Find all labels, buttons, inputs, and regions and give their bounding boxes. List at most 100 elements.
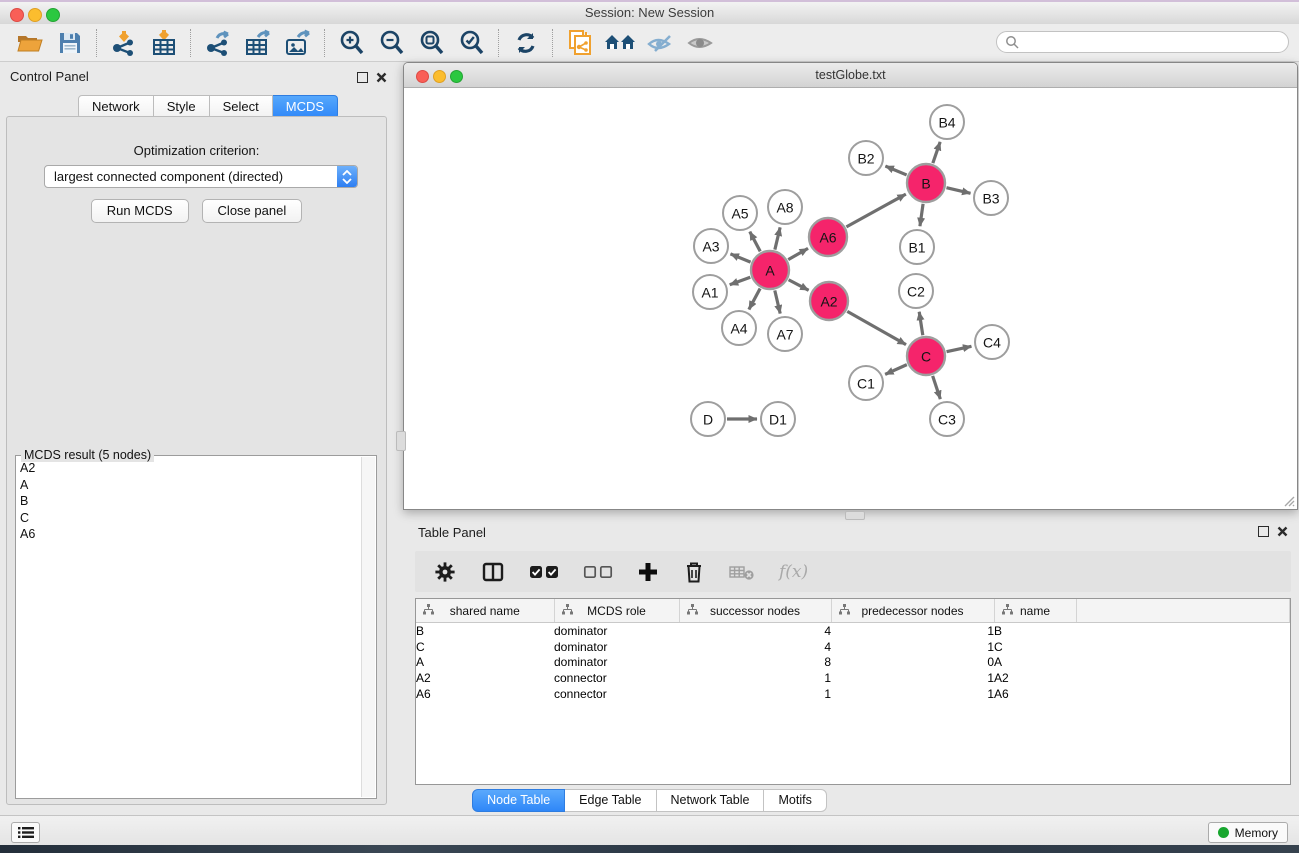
table-row-b[interactable]: Bdominator41B [416,623,1290,639]
tab-node-table[interactable]: Node Table [472,789,565,812]
graph-edge-B-B1[interactable] [920,204,923,226]
table-row-a6[interactable]: A6connector11A6 [416,686,1290,702]
cell-shared-name[interactable]: A [416,654,554,670]
deselect-all-columns-button[interactable] [583,557,613,587]
graph-edge-A-A3[interactable] [730,254,750,262]
graph-edge-B-B3[interactable] [946,188,970,194]
cell-predecessor-nodes[interactable]: 1 [831,686,994,702]
zoom-out-button[interactable] [372,27,412,59]
result-item-a[interactable]: A [20,477,360,494]
column-view-button[interactable] [481,557,505,587]
import-table-button[interactable] [144,27,184,59]
cell-shared-name[interactable]: C [416,639,554,655]
task-history-button[interactable] [11,822,40,843]
cell-predecessor-nodes[interactable]: 1 [831,623,994,639]
graph-edge-A-A1[interactable] [730,277,751,285]
graph-node-A5[interactable]: A5 [723,196,757,230]
graph-edge-C-C2[interactable] [919,312,923,335]
graph-node-A8[interactable]: A8 [768,190,802,224]
graph-node-C[interactable]: C [907,337,945,375]
cell-mcds-role[interactable]: dominator [554,639,679,655]
result-item-a6[interactable]: A6 [20,526,360,543]
result-item-b[interactable]: B [20,493,360,510]
graph-node-A3[interactable]: A3 [694,229,728,263]
run-mcds-button[interactable]: Run MCDS [91,199,189,223]
cell-successor-nodes[interactable]: 8 [679,654,831,670]
horizontal-splitter-handle[interactable] [845,511,865,520]
graph-node-C1[interactable]: C1 [849,366,883,400]
column-header-predecessor-nodes[interactable]: predecessor nodes [831,599,994,623]
close-panel-button[interactable]: Close panel [202,199,303,223]
search-field[interactable] [996,31,1289,53]
cell-mcds-role[interactable]: connector [554,686,679,702]
graph-node-A7[interactable]: A7 [768,317,802,351]
graph-edge-C-C3[interactable] [933,376,941,399]
close-panel-icon[interactable] [376,72,387,83]
column-header-mcds-role[interactable]: MCDS role [554,599,679,623]
export-image-button[interactable] [278,27,318,59]
graph-edge-A-A4[interactable] [749,289,760,310]
criterion-dropdown[interactable]: largest connected component (directed) [44,165,358,188]
hide-selected-button[interactable] [640,27,680,59]
new-network-from-selection-button[interactable] [560,27,600,59]
table-options-button[interactable] [433,557,457,587]
tab-edge-table[interactable]: Edge Table [565,789,656,812]
float-panel-icon[interactable] [357,72,368,83]
graph-node-A4[interactable]: A4 [722,311,756,345]
delete-table-button[interactable] [729,557,755,587]
cell-mcds-role[interactable]: dominator [554,623,679,639]
graph-edge-C-C1[interactable] [885,365,907,375]
cell-name[interactable]: C [994,639,1076,655]
graph-node-D[interactable]: D [691,402,725,436]
graph-node-A6[interactable]: A6 [809,218,847,256]
graph-node-C2[interactable]: C2 [899,274,933,308]
add-column-button[interactable] [637,557,659,587]
cell-predecessor-nodes[interactable]: 1 [831,639,994,655]
cell-successor-nodes[interactable]: 4 [679,623,831,639]
memory-button[interactable]: Memory [1208,822,1288,843]
graph-node-A2[interactable]: A2 [810,282,848,320]
zoom-selected-button[interactable] [452,27,492,59]
cell-name[interactable]: B [994,623,1076,639]
search-input[interactable] [1024,34,1288,50]
tab-network-table[interactable]: Network Table [657,789,765,812]
graph-node-A[interactable]: A [751,251,789,289]
cell-shared-name[interactable]: B [416,623,554,639]
network-canvas[interactable]: AA1A2A3A4A5A6A7A8BB1B2B3B4CC1C2C3C4DD1 [405,88,1296,508]
open-session-button[interactable] [10,27,50,59]
cell-predecessor-nodes[interactable]: 1 [831,670,994,686]
cell-mcds-role[interactable]: dominator [554,654,679,670]
result-item-c[interactable]: C [20,510,360,527]
graph-node-C3[interactable]: C3 [930,402,964,436]
import-network-button[interactable] [104,27,144,59]
refresh-button[interactable] [506,27,546,59]
graph-edge-A6-B[interactable] [846,194,905,227]
graph-edge-A-A8[interactable] [775,227,780,249]
result-item-a2[interactable]: A2 [20,460,360,477]
graph-node-B3[interactable]: B3 [974,181,1008,215]
graph-node-C4[interactable]: C4 [975,325,1009,359]
graph-node-B1[interactable]: B1 [900,230,934,264]
first-neighbors-button[interactable] [600,27,640,59]
column-header-shared-name[interactable]: shared name [416,599,554,623]
column-header-name[interactable]: name [994,599,1076,623]
cell-name[interactable]: A6 [994,686,1076,702]
graph-node-B2[interactable]: B2 [849,141,883,175]
zoom-fit-button[interactable] [412,27,452,59]
graph-edge-C-C4[interactable] [947,346,972,351]
table-row-a2[interactable]: A2connector11A2 [416,670,1290,686]
export-table-button[interactable] [238,27,278,59]
cell-predecessor-nodes[interactable]: 0 [831,654,994,670]
graph-edge-A-A5[interactable] [750,232,760,252]
float-table-panel-icon[interactable] [1258,526,1269,537]
close-table-panel-icon[interactable] [1277,526,1288,537]
delete-column-button[interactable] [683,557,705,587]
save-session-button[interactable] [50,27,90,59]
window-resize-grip[interactable] [1281,493,1295,507]
function-builder-button[interactable]: f(x) [779,557,808,587]
table-row-c[interactable]: Cdominator41C [416,639,1290,655]
cell-name[interactable]: A [994,654,1076,670]
graph-node-A1[interactable]: A1 [693,275,727,309]
table-row-a[interactable]: Adominator80A [416,654,1290,670]
node-table[interactable]: shared nameMCDS rolesuccessor nodesprede… [415,598,1291,785]
